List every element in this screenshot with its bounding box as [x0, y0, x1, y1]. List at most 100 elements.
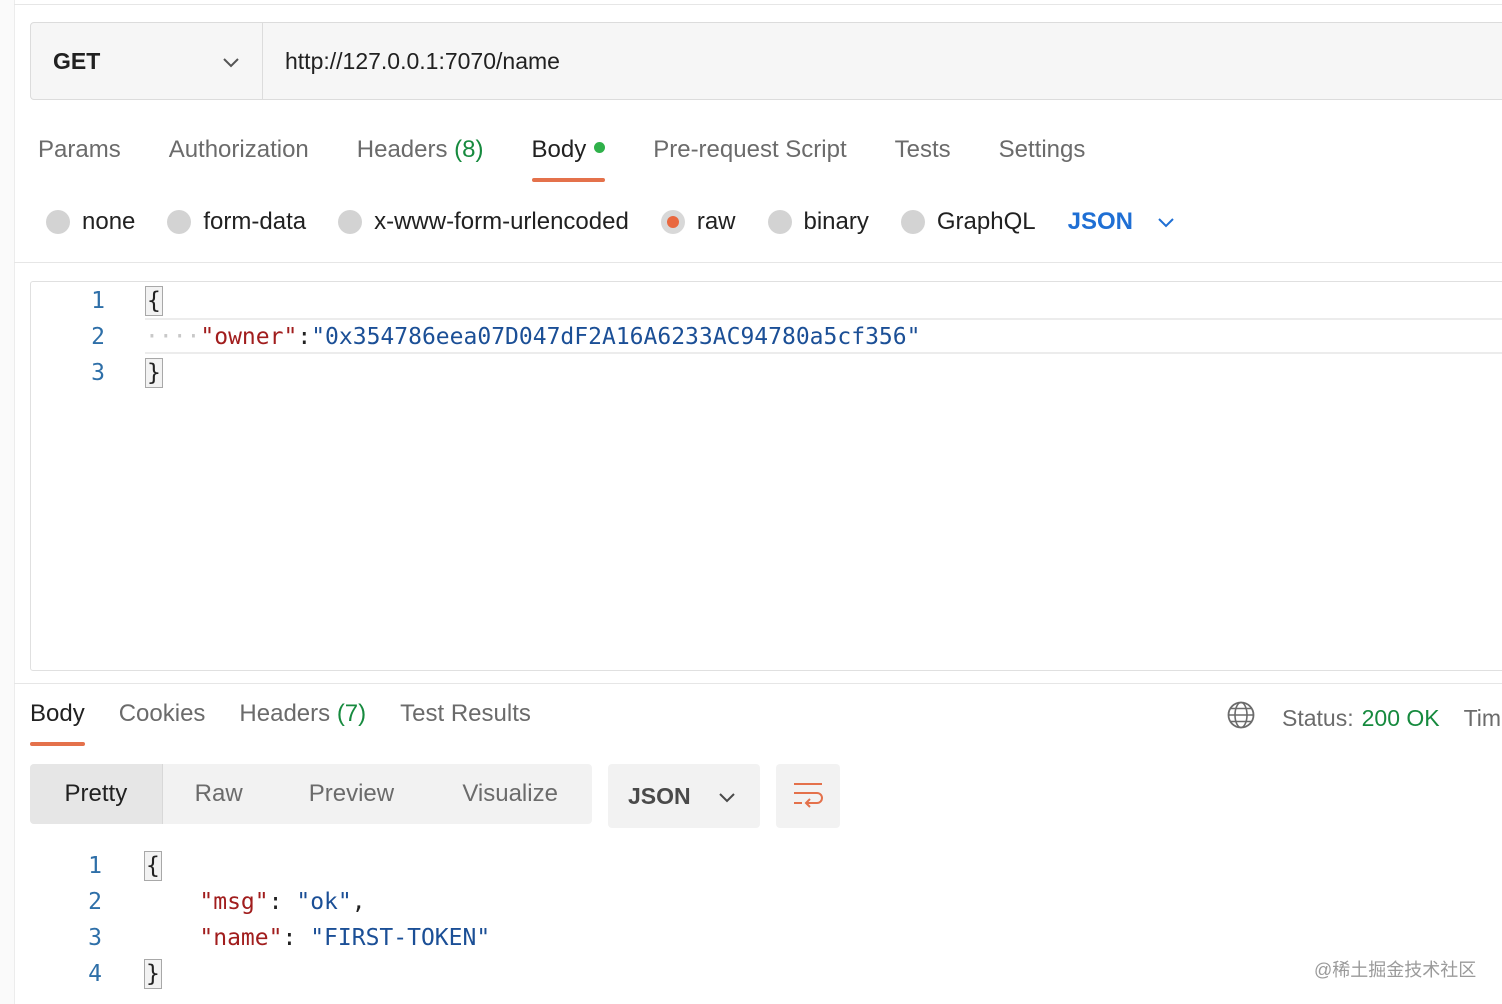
tab-response-body[interactable]: Body	[30, 694, 85, 746]
code-line: 1 {	[31, 283, 163, 319]
code-line: 2 ····"owner":"0x354786eea07D047dF2A16A6…	[31, 319, 920, 355]
line-number: 2	[91, 324, 105, 350]
line-number: 4	[88, 961, 102, 987]
code-line: 4 }	[14, 956, 162, 992]
tab-label: Body	[30, 700, 85, 727]
indent-guide: ····	[145, 324, 201, 350]
language-label: JSON	[1067, 208, 1133, 235]
request-body-editor[interactable]: 1 { 2 ····"owner":"0x354786eea07D047dF2A…	[30, 281, 1502, 671]
tab-label: Headers	[356, 136, 448, 163]
time-label: Tim	[1463, 704, 1502, 731]
response-language-select[interactable]: JSON	[608, 764, 760, 828]
url-value: http://127.0.0.1:7070/name	[285, 47, 560, 74]
radio-circle	[167, 210, 192, 234]
chevron-down-icon	[1157, 208, 1175, 236]
radio-label: binary	[803, 208, 869, 235]
radio-none[interactable]: none	[46, 208, 135, 236]
radio-label: GraphQL	[936, 208, 1036, 235]
radio-circle	[46, 210, 70, 234]
code-line: 2 "msg": "ok",	[14, 884, 365, 920]
radio-raw[interactable]: raw	[660, 208, 736, 236]
body-modified-dot	[594, 142, 606, 153]
response-body-viewer: 1 { 2 "msg": "ok", 3 "name": "FIRST-TOKE…	[14, 848, 1502, 1004]
json-value: "0x354786eea07D047dF2A16A6233AC94780a5cf…	[311, 324, 921, 350]
tab-label: Body	[531, 136, 587, 163]
tab-label: Cookies	[118, 700, 206, 727]
radio-label: raw	[696, 208, 736, 235]
json-value: "FIRST-TOKEN"	[310, 925, 491, 951]
view-label: Visualize	[462, 780, 558, 807]
request-tabs: Params Authorization Headers (8) Body Pr…	[38, 130, 1133, 182]
tab-label: Authorization	[168, 136, 309, 163]
tab-settings[interactable]: Settings	[999, 130, 1086, 182]
status-label: Status:	[1282, 704, 1354, 731]
matched-brace: {	[144, 851, 162, 881]
wrap-lines-button[interactable]	[776, 764, 840, 828]
tab-cookies[interactable]: Cookies	[119, 694, 206, 746]
view-label: Pretty	[64, 780, 128, 807]
line-number: 1	[91, 288, 105, 314]
watermark: @稀土掘金技术社区	[1314, 960, 1477, 980]
section-divider	[14, 683, 1502, 684]
top-divider	[14, 4, 1502, 5]
radio-binary[interactable]: binary	[767, 208, 869, 236]
code-line: 3 "name": "FIRST-TOKEN"	[14, 920, 490, 956]
language-label: JSON	[628, 782, 691, 809]
raw-language-select[interactable]: JSON	[1068, 208, 1175, 236]
headers-count: (8)	[454, 136, 484, 163]
view-pretty-button[interactable]: Pretty	[30, 764, 163, 824]
response-status: Status: 200 OK Tim	[1226, 698, 1501, 738]
radio-circle	[767, 210, 792, 234]
method-label: GET	[53, 47, 101, 74]
globe-icon[interactable]	[1226, 700, 1256, 736]
tab-label: Headers	[239, 700, 331, 727]
tab-label: Pre-request Script	[653, 136, 847, 163]
tab-params[interactable]: Params	[38, 130, 121, 182]
view-mode-group: Pretty Raw Preview Visualize	[30, 764, 592, 824]
matched-brace: }	[145, 358, 163, 388]
radio-circle	[900, 210, 925, 234]
left-gutter	[0, 0, 15, 1004]
code-line: 3 }	[31, 355, 163, 391]
view-preview-button[interactable]: Preview	[275, 764, 429, 824]
line-number: 3	[91, 360, 105, 386]
radio-circle	[338, 210, 363, 234]
radio-label: x-www-form-urlencoded	[374, 208, 629, 235]
view-visualize-button[interactable]: Visualize	[428, 764, 592, 824]
tab-pre-request-script[interactable]: Pre-request Script	[653, 130, 846, 182]
radio-circle-checked	[660, 210, 685, 234]
response-tabs: Body Cookies Headers (7) Test Results	[30, 694, 565, 748]
radio-graphql[interactable]: GraphQL	[900, 208, 1036, 236]
json-key: "msg"	[199, 889, 269, 915]
json-key: "name"	[199, 925, 283, 951]
body-type-options: none form-data x-www-form-urlencoded raw…	[46, 200, 1175, 244]
view-raw-button[interactable]: Raw	[163, 764, 275, 824]
chevron-down-icon	[222, 48, 240, 75]
line-number: 2	[88, 889, 102, 915]
json-value: "ok"	[296, 889, 352, 915]
section-divider	[14, 262, 1502, 263]
tab-label: Tests	[894, 136, 951, 163]
tab-authorization[interactable]: Authorization	[169, 130, 309, 182]
method-select[interactable]: GET	[31, 23, 263, 99]
radio-form-data[interactable]: form-data	[167, 208, 306, 236]
tab-label: Test Results	[400, 700, 531, 727]
matched-brace: {	[145, 286, 163, 316]
matched-brace: }	[144, 959, 162, 989]
view-label: Raw	[194, 780, 243, 807]
headers-count: (7)	[336, 700, 367, 727]
url-input[interactable]: http://127.0.0.1:7070/name	[263, 23, 1502, 99]
radio-label: form-data	[203, 208, 307, 235]
url-bar: GET http://127.0.0.1:7070/name	[30, 22, 1502, 100]
tab-tests[interactable]: Tests	[895, 130, 951, 182]
tab-headers[interactable]: Headers (8)	[357, 130, 484, 182]
tab-response-headers[interactable]: Headers (7)	[239, 694, 366, 746]
radio-x-www-form-urlencoded[interactable]: x-www-form-urlencoded	[338, 208, 629, 236]
tab-test-results[interactable]: Test Results	[400, 694, 531, 746]
line-number: 1	[88, 853, 102, 879]
status-value: 200 OK	[1361, 704, 1440, 731]
tab-body[interactable]: Body	[531, 130, 606, 182]
json-colon: :	[297, 324, 312, 350]
tab-label: Settings	[998, 136, 1086, 163]
line-number: 3	[88, 925, 102, 951]
